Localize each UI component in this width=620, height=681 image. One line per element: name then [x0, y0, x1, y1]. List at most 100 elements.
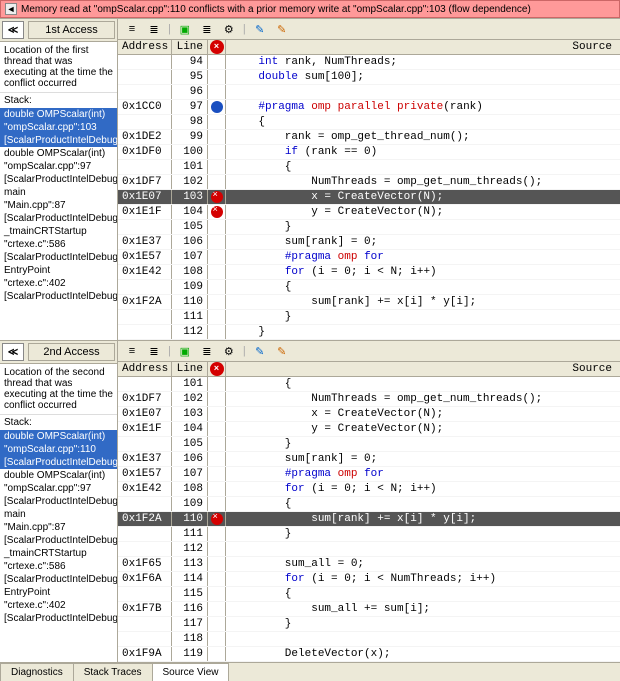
- code-row[interactable]: 0x1E57 107 #pragma omp for: [118, 250, 620, 265]
- code-row[interactable]: 0x1F2A 110 sum[rank] += x[i] * y[i];: [118, 295, 620, 310]
- code-row[interactable]: 101 {: [118, 160, 620, 175]
- code-row[interactable]: 105 }: [118, 220, 620, 235]
- indent-icon[interactable]: ≣: [146, 21, 162, 37]
- col-line[interactable]: Line: [172, 40, 208, 54]
- code-row[interactable]: 0x1DF7 102 NumThreads = omp_get_num_thre…: [118, 175, 620, 190]
- nav-icon[interactable]: ≣: [199, 343, 215, 359]
- stack-row[interactable]: main: [0, 186, 117, 199]
- code-row[interactable]: 0x1F65 113 sum_all = 0;: [118, 557, 620, 572]
- code-row[interactable]: 96: [118, 85, 620, 100]
- code-row[interactable]: 0x1F6A 114 for (i = 0; i < NumThreads; i…: [118, 572, 620, 587]
- col-source[interactable]: Source: [226, 40, 620, 54]
- stack-row[interactable]: "Main.cpp":87: [0, 521, 117, 534]
- stack-list[interactable]: double OMPScalar(int)"ompScalar.cpp":110…: [0, 430, 117, 662]
- stack-row[interactable]: "ompScalar.cpp":97: [0, 160, 117, 173]
- code-row[interactable]: 0x1E37 106 sum[rank] = 0;: [118, 452, 620, 467]
- stack-row[interactable]: "crtexe.c":586: [0, 238, 117, 251]
- code-row[interactable]: 115 {: [118, 587, 620, 602]
- stack-row[interactable]: [ScalarProductIntelDebug.exe, 0: [0, 173, 117, 186]
- stack-row[interactable]: "ompScalar.cpp":110: [0, 443, 117, 456]
- code-row[interactable]: 0x1F7B 116 sum_all += sum[i];: [118, 602, 620, 617]
- db-icon[interactable]: ▣: [177, 343, 193, 359]
- stack-row[interactable]: double OMPScalar(int): [0, 147, 117, 160]
- code-row[interactable]: 112: [118, 542, 620, 557]
- code-row[interactable]: 111 }: [118, 527, 620, 542]
- code-row[interactable]: 0x1E1F 104 y = CreateVector(N);: [118, 422, 620, 437]
- tool2-icon[interactable]: ✎: [274, 343, 290, 359]
- close-icon[interactable]: ×: [210, 362, 224, 376]
- stack-row[interactable]: "ompScalar.cpp":97: [0, 482, 117, 495]
- tab-stack-traces[interactable]: Stack Traces: [73, 663, 153, 681]
- stack-row[interactable]: EntryPoint: [0, 586, 117, 599]
- col-source[interactable]: Source: [226, 362, 620, 376]
- stack-row[interactable]: double OMPScalar(int): [0, 108, 117, 121]
- code-row[interactable]: 95 double sum[100];: [118, 70, 620, 85]
- code-row[interactable]: 109 {: [118, 497, 620, 512]
- code-row[interactable]: 0x1DF7 102 NumThreads = omp_get_num_thre…: [118, 392, 620, 407]
- stack-row[interactable]: "crtexe.c":402: [0, 277, 117, 290]
- cfg-icon[interactable]: ⚙: [221, 21, 237, 37]
- stack-row[interactable]: _tmainCRTStartup: [0, 225, 117, 238]
- tab-diagnostics[interactable]: Diagnostics: [0, 663, 74, 681]
- stack-row[interactable]: [ScalarProductIntelDebug.exe, 0: [0, 456, 117, 469]
- stack-row[interactable]: main: [0, 508, 117, 521]
- indent-icon[interactable]: ≣: [146, 343, 162, 359]
- stack-row[interactable]: _tmainCRTStartup: [0, 547, 117, 560]
- code-row[interactable]: 0x1CC0 97 #pragma omp parallel private(r…: [118, 100, 620, 115]
- stack-row[interactable]: [ScalarProductIntelDebug.exe, 0: [0, 251, 117, 264]
- stack-row[interactable]: "ompScalar.cpp":103: [0, 121, 117, 134]
- code-row[interactable]: 0x1E42 108 for (i = 0; i < N; i++): [118, 265, 620, 280]
- code-table[interactable]: Address Line × Source 94 int rank, NumTh…: [118, 40, 620, 340]
- code-row[interactable]: 111 }: [118, 310, 620, 325]
- code-row[interactable]: 109 {: [118, 280, 620, 295]
- stack-row[interactable]: double OMPScalar(int): [0, 430, 117, 443]
- code-row[interactable]: 0x1E37 106 sum[rank] = 0;: [118, 235, 620, 250]
- stack-row[interactable]: "Main.cpp":87: [0, 199, 117, 212]
- stack-row[interactable]: [ScalarProductIntelDebug.exe, 0: [0, 573, 117, 586]
- code-row[interactable]: 0x1E42 108 for (i = 0; i < N; i++): [118, 482, 620, 497]
- tab-source-view[interactable]: Source View: [152, 663, 230, 681]
- code-row[interactable]: 0x1E07 103 x = CreateVector(N);: [118, 190, 620, 205]
- stack-row[interactable]: double OMPScalar(int): [0, 469, 117, 482]
- code-row[interactable]: 105 }: [118, 437, 620, 452]
- code-row[interactable]: 0x1F9A 119 DeleteVector(x);: [118, 647, 620, 662]
- code-row[interactable]: 0x1DF0 100 if (rank == 0): [118, 145, 620, 160]
- cfg-icon[interactable]: ⚙: [221, 343, 237, 359]
- code-row[interactable]: 117 }: [118, 617, 620, 632]
- code-row[interactable]: 0x1F2A 110 sum[rank] += x[i] * y[i];: [118, 512, 620, 527]
- stack-row[interactable]: EntryPoint: [0, 264, 117, 277]
- db-icon[interactable]: ▣: [177, 21, 193, 37]
- collapse-button[interactable]: ≪: [2, 21, 24, 39]
- close-icon[interactable]: ×: [210, 40, 224, 54]
- col-address[interactable]: Address: [118, 40, 172, 54]
- code-row[interactable]: 118: [118, 632, 620, 647]
- nav-icon[interactable]: ≣: [199, 21, 215, 37]
- code-row[interactable]: 112 }: [118, 325, 620, 340]
- code-row[interactable]: 0x1DE2 99 rank = omp_get_thread_num();: [118, 130, 620, 145]
- stack-row[interactable]: [ScalarProductIntelDebug.exe, 0: [0, 290, 117, 303]
- tool-icon[interactable]: ✎: [252, 21, 268, 37]
- stack-row[interactable]: [ScalarProductIntelDebug.exe, 0: [0, 534, 117, 547]
- stack-row[interactable]: [ScalarProductIntelDebug.exe, 0: [0, 134, 117, 147]
- code-row[interactable]: 0x1E57 107 #pragma omp for: [118, 467, 620, 482]
- stack-row[interactable]: [ScalarProductIntelDebug.exe, 0: [0, 212, 117, 225]
- code-row[interactable]: 0x1E1F 104 y = CreateVector(N);: [118, 205, 620, 220]
- col-line[interactable]: Line: [172, 362, 208, 376]
- stack-row[interactable]: "crtexe.c":586: [0, 560, 117, 573]
- prev-error-button[interactable]: ◄: [5, 3, 17, 15]
- code-row[interactable]: 98 {: [118, 115, 620, 130]
- code-row[interactable]: 101 {: [118, 377, 620, 392]
- outdent-icon[interactable]: ≡: [124, 21, 140, 37]
- code-row[interactable]: 0x1E07 103 x = CreateVector(N);: [118, 407, 620, 422]
- collapse-button[interactable]: ≪: [2, 343, 24, 361]
- tool2-icon[interactable]: ✎: [274, 21, 290, 37]
- code-table[interactable]: Address Line × Source 101 { 0x1DF7 102 N…: [118, 362, 620, 662]
- stack-row[interactable]: "crtexe.c":402: [0, 599, 117, 612]
- outdent-icon[interactable]: ≡: [124, 343, 140, 359]
- stack-list[interactable]: double OMPScalar(int)"ompScalar.cpp":103…: [0, 108, 117, 340]
- stack-row[interactable]: [ScalarProductIntelDebug.exe, 0: [0, 495, 117, 508]
- tool-icon[interactable]: ✎: [252, 343, 268, 359]
- col-address[interactable]: Address: [118, 362, 172, 376]
- code-row[interactable]: 94 int rank, NumThreads;: [118, 55, 620, 70]
- stack-row[interactable]: [ScalarProductIntelDebug.exe, 0: [0, 612, 117, 625]
